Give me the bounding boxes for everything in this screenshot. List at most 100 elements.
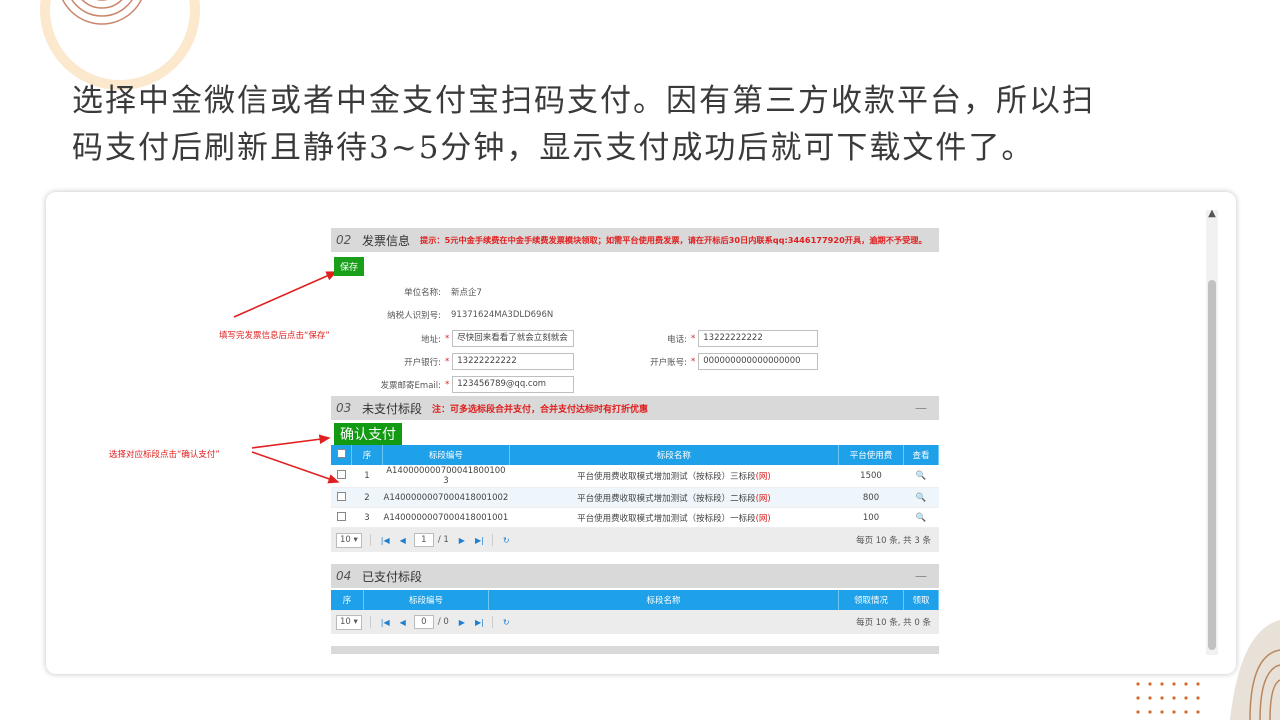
next-page-icon[interactable]: ▶ [459,618,465,627]
paid-table: 序 标段编号 标段名称 领取情况 领取 [331,590,939,610]
page-size-select[interactable]: 10 ▾ [336,614,362,630]
page-input[interactable]: 1 [413,533,434,547]
total-pages: / 0 [437,617,449,627]
view-icon[interactable]: 🔍 [903,465,939,488]
row-code: A140000000700041800100 3 [382,465,510,488]
row-name: 平台使用费收取模式增加测试（按标段）二标段 [577,493,756,504]
row-checkbox[interactable] [336,491,346,501]
unpaid-tip: 注：可多选标段合并支付，合并支付达标时有打折优惠 [432,404,649,415]
phone-label: 电话: [667,334,687,345]
confirm-payment-button[interactable]: 确认支付 [334,423,402,445]
first-page-icon[interactable]: |◀ [381,618,390,627]
page-size-value: 10 [340,616,351,627]
divider [369,616,371,628]
next-page-icon[interactable]: ▶ [459,536,465,545]
select-all-header[interactable] [331,445,352,465]
row-fee: 100 [838,507,904,528]
invoice-section-header: 02 发票信息 提示：5元中金手续费在中金手续费发票模块领取；如需平台使用费发票… [331,228,939,252]
table-row[interactable]: 3 A1400000007000418001001 平台使用费收取模式增加测试（… [331,507,939,528]
bank-label: 开户银行: [404,357,441,368]
paid-pager: 10 ▾ |◀ ◀ 0 / 0 ▶ ▶| ↻ 每页 10 条, 共 0 条 [331,610,939,634]
unit-name-label: 单位名称: [404,288,441,298]
slide-headline: 选择中金微信或者中金支付宝扫码支付。因有第三方收款平台，所以扫 码支付后刷新且静… [72,78,1212,172]
address-label: 地址: [421,334,441,345]
column-header: 序 [331,590,364,610]
column-header: 查看 [903,445,939,465]
email-label: 发票邮寄Email: [380,380,441,391]
divider [369,534,371,546]
page-size-select[interactable]: 10 ▾ [336,532,362,548]
section-title: 未支付标段 [362,401,423,416]
required-mark: * [691,333,696,344]
section-number: 02 [336,233,352,247]
refresh-icon[interactable]: ↻ [503,618,510,627]
invoice-form: 单位名称: 新点企7 纳税人识别号: 91371624MA3DLD696N 地址… [331,276,939,393]
row-code: A1400000007000418001002 [382,487,510,508]
row-code: A1400000007000418001001 [382,507,510,528]
payment-page: 02 发票信息 提示：5元中金手续费在中金手续费发票模块领取；如需平台使用费发票… [331,228,939,654]
prev-page-icon[interactable]: ◀ [400,618,406,627]
unpaid-pager: 10 ▾ |◀ ◀ 1 / 1 ▶ ▶| ↻ 每页 10 条, 共 3 条 [331,528,939,552]
section-title: 发票信息 [362,233,411,248]
save-button[interactable]: 保存 [334,257,365,276]
column-header: 标段编号 [382,445,510,465]
arrow-to-save [233,271,338,318]
headline-line-2: 码支付后刷新且静待3~5分钟，显示支付成功后就可下载文件了。 [72,130,1035,166]
tax-id-label: 纳税人识别号: [387,311,441,321]
column-header: 标段名称 [509,445,840,465]
row-fee: 800 [838,487,904,508]
unpaid-table: 序 标段编号 标段名称 平台使用费 查看 1 A1400000007000418… [331,445,939,528]
unpaid-section-header: 03 未支付标段 注：可多选标段合并支付，合并支付达标时有打折优惠 — [331,396,939,420]
row-index: 3 [351,507,383,528]
row-tag: (网) [755,493,771,504]
email-input[interactable]: 123456789@qq.com [452,376,575,393]
column-header: 标段编号 [363,590,489,610]
row-index: 2 [351,487,383,508]
table-row[interactable]: 1 A140000000700041800100 3 平台使用费收取模式增加测试… [331,465,939,488]
last-page-icon[interactable]: ▶| [475,536,484,545]
screenshot-card: ▲ 填写完发票信息后点击“保存” 选择对应标段点击“确认支付” 02 发票信息 … [46,192,1236,674]
tax-id-value: 91371624MA3DLD696N [451,310,554,320]
view-icon[interactable]: 🔍 [903,487,939,508]
section-number: 04 [336,569,352,583]
last-page-icon[interactable]: ▶| [475,618,484,627]
unit-name-value: 新点企7 [451,288,482,298]
page-size-value: 10 [340,534,351,545]
arrow-to-confirm [251,434,331,449]
view-icon[interactable]: 🔍 [903,507,939,528]
bank-input[interactable]: 13222222222 [452,353,575,370]
account-input[interactable]: 000000000000000000 [698,353,819,370]
select-all-checkbox[interactable] [336,449,346,458]
row-name-cell: 平台使用费收取模式增加测试（按标段）二标段(网) [509,487,839,508]
section-number: 03 [336,401,352,415]
paid-section-header: 04 已支付标段 — [331,564,939,588]
row-tag: (网) [755,472,771,482]
invoice-tip: 提示：5元中金手续费在中金手续费发票模块领取；如需平台使用费发票，请在开标后30… [420,235,927,245]
row-name-cell: 平台使用费收取模式增加测试（按标段）三标段(网) [509,465,839,488]
row-name: 平台使用费收取模式增加测试（按标段）三标段 [577,472,756,482]
decorative-rings [61,0,143,25]
headline-line-1: 选择中金微信或者中金支付宝扫码支付。因有第三方收款平台，所以扫 [72,83,1095,119]
phone-input[interactable]: 13222222222 [698,330,819,347]
row-checkbox[interactable] [336,511,346,521]
column-header: 平台使用费 [838,445,904,465]
prev-page-icon[interactable]: ◀ [400,536,406,545]
collapse-icon[interactable]: — [915,569,927,583]
required-mark: * [691,356,696,367]
page-input[interactable]: 0 [413,615,434,629]
refresh-icon[interactable]: ↻ [503,536,510,545]
next-section-header [331,646,939,654]
row-checkbox[interactable] [336,470,346,479]
first-page-icon[interactable]: |◀ [381,536,390,545]
required-mark: * [445,379,450,390]
table-row[interactable]: 2 A1400000007000418001002 平台使用费收取模式增加测试（… [331,487,939,508]
required-mark: * [445,333,450,344]
address-input[interactable]: 尽快回来看看了就会立刻就会 [452,330,575,347]
section-title: 已支付标段 [362,569,423,584]
column-header: 标段名称 [488,590,839,610]
collapse-icon[interactable]: — [915,401,927,415]
pager-info: 每页 10 条, 共 3 条 [856,536,931,546]
row-fee: 1500 [838,465,904,488]
row-tag: (网) [755,513,771,524]
column-header: 领取情况 [838,590,904,610]
